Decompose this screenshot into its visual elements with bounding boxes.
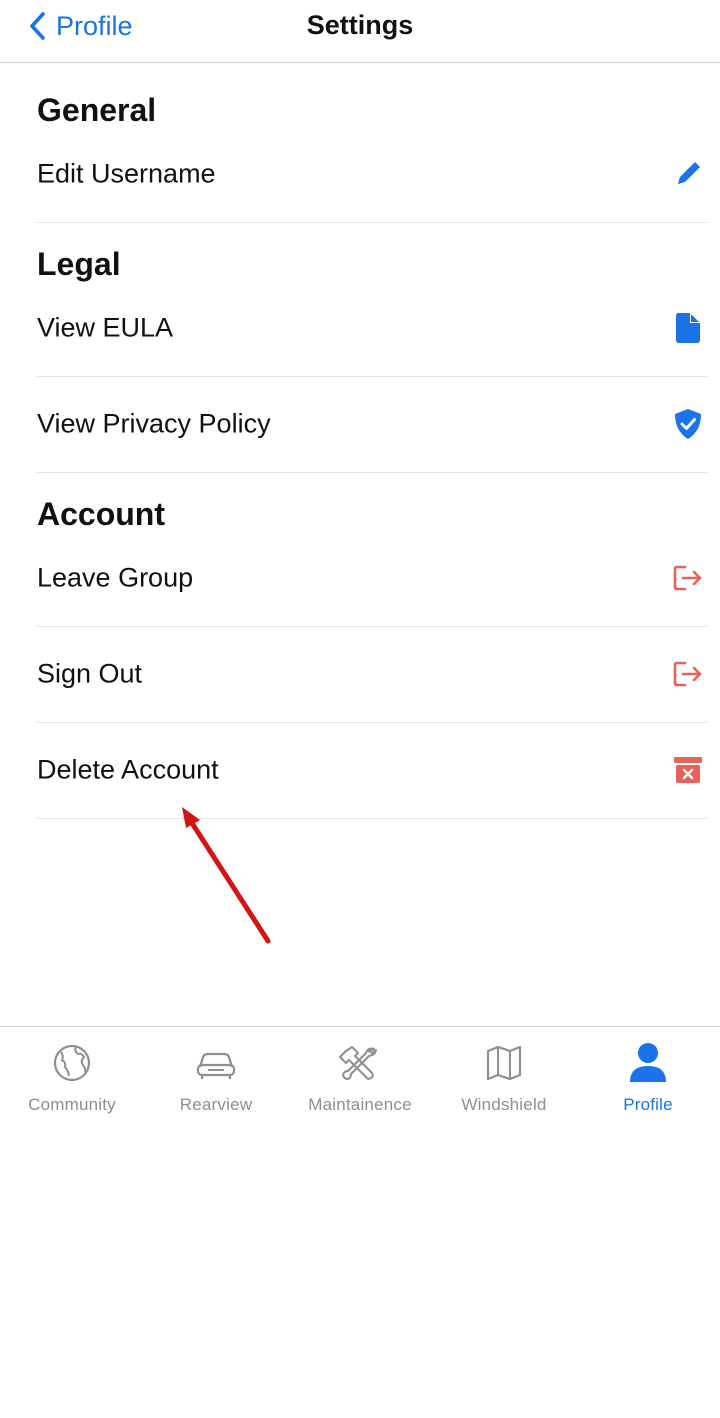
tab-label: Rearview: [179, 1095, 253, 1114]
tab-community[interactable]: Community: [0, 1027, 144, 1127]
tab-profile[interactable]: Profile: [576, 1027, 720, 1127]
annotation-arrow: [182, 807, 271, 944]
trash-box-icon: [671, 753, 705, 787]
pencil-icon: [671, 157, 705, 191]
view-privacy-policy-row[interactable]: View Privacy Policy: [37, 376, 707, 473]
car-icon: [194, 1041, 238, 1085]
shield-check-icon: [671, 407, 705, 441]
section-header-general: General: [37, 92, 157, 128]
row-label: Sign Out: [37, 658, 143, 689]
person-icon: [626, 1041, 670, 1085]
delete-account-row[interactable]: Delete Account: [37, 722, 707, 819]
tab-bar: Community Rearview Maintainence Windshie…: [0, 1026, 720, 1127]
section-header-account: Account: [37, 496, 165, 532]
row-label: Edit Username: [37, 158, 216, 189]
row-label: View EULA: [37, 312, 174, 343]
document-icon: [671, 311, 705, 345]
navigation-bar: Profile Settings: [0, 0, 720, 63]
tab-maintainence[interactable]: Maintainence: [288, 1027, 432, 1127]
tab-label: Maintainence: [308, 1095, 412, 1114]
tab-rearview[interactable]: Rearview: [144, 1027, 288, 1127]
exit-icon: [671, 657, 705, 691]
tab-label: Community: [28, 1095, 116, 1114]
view-eula-row[interactable]: View EULA: [37, 280, 707, 377]
leave-group-row[interactable]: Leave Group: [37, 530, 707, 627]
tools-icon: [338, 1041, 382, 1085]
row-label: Leave Group: [37, 562, 194, 593]
exit-icon: [671, 561, 705, 595]
row-label: View Privacy Policy: [37, 408, 271, 439]
globe-icon: [50, 1041, 94, 1085]
map-icon: [482, 1041, 526, 1085]
section-header-legal: Legal: [37, 246, 121, 282]
page-title: Settings: [306, 10, 414, 40]
tab-label: Windshield: [461, 1095, 547, 1114]
row-label: Delete Account: [37, 754, 219, 785]
sign-out-row[interactable]: Sign Out: [37, 626, 707, 723]
tab-windshield[interactable]: Windshield: [432, 1027, 576, 1127]
tab-label: Profile: [623, 1095, 673, 1114]
edit-username-row[interactable]: Edit Username: [37, 126, 707, 223]
